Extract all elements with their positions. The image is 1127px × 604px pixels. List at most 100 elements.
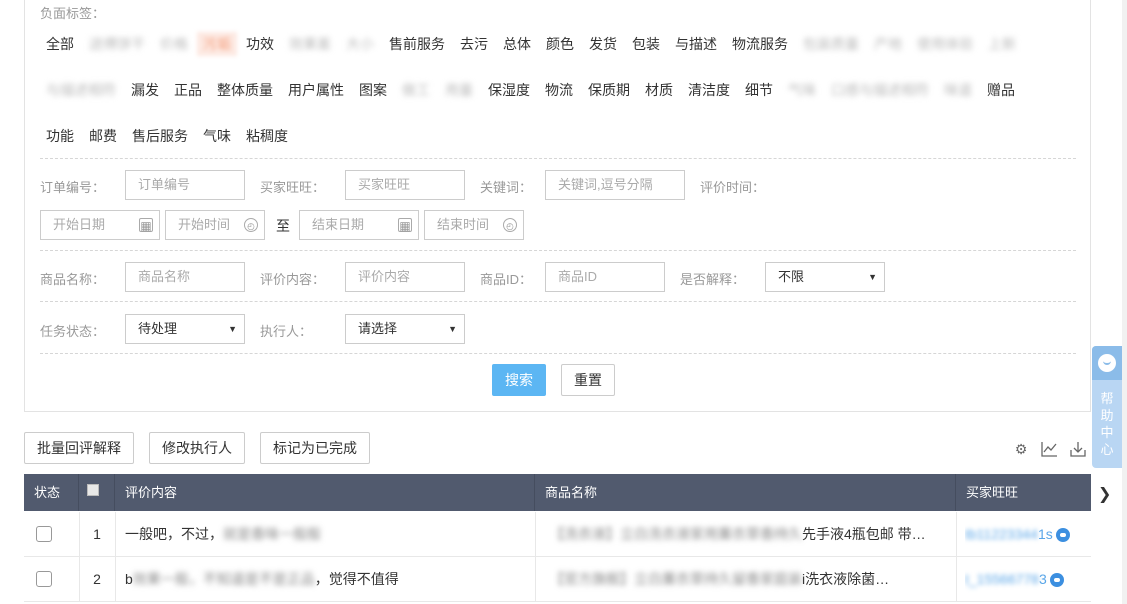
end-date-input[interactable]: 结束日期 ▦ (299, 210, 419, 240)
buyer-cell[interactable]: t_155667783 (965, 557, 1090, 601)
keyword-input[interactable]: 关键词,逗号分隔 (545, 170, 685, 200)
tag-tags_row2-2[interactable]: 正品 (168, 78, 208, 102)
row-checkbox[interactable] (36, 571, 52, 587)
end-time-placeholder: 结束时间 (437, 217, 490, 232)
tag-tags_row1-4[interactable]: 功效 (240, 32, 280, 56)
buyer-redacted: tb11223344 (965, 526, 1038, 542)
tag-tags_row1-11[interactable]: 发货 (583, 32, 623, 56)
filter-panel (24, 0, 1091, 412)
tag-tags_row2-14[interactable]: 气味 (782, 78, 822, 102)
end-time-input[interactable]: 结束时间 ◴ (424, 210, 524, 240)
tag-tags_row2-8[interactable]: 保湿度 (482, 78, 536, 102)
tag-tags_row1-10[interactable]: 颜色 (540, 32, 580, 56)
help-center-tab[interactable]: 帮助中心 (1092, 346, 1122, 468)
tag-tags_row3-0[interactable]: 功能 (40, 124, 80, 148)
tag-tags_row1-16[interactable]: 产地 (868, 32, 908, 56)
tag-tags_row3-1[interactable]: 邮费 (83, 124, 123, 148)
tag-tags_row2-1[interactable]: 漏发 (125, 78, 165, 102)
chevron-right-icon[interactable]: ❯ (1098, 484, 1111, 504)
task-status-value: 待处理 (138, 321, 178, 336)
product-cell[interactable]: 【官方旗舰】立白薰衣草持久留香家庭装i洗衣液除菌… (550, 557, 946, 601)
select-all-checkbox[interactable] (87, 484, 99, 496)
tag-tags_row1-5[interactable]: 效果差 (283, 32, 337, 56)
tag-tags_row1-1[interactable]: 送傅饼干 (83, 32, 151, 56)
product-id-input[interactable]: 商品ID (545, 262, 665, 292)
tag-tags_row1-0[interactable]: 全部 (40, 32, 80, 56)
tag-tags_row2-15[interactable]: 口感与描述相符 (825, 78, 935, 102)
batch-reply-button[interactable]: 批量回评解释 (24, 432, 134, 464)
tag-tags_row2-9[interactable]: 物流 (539, 78, 579, 102)
review-text: b (125, 571, 133, 587)
explained-select[interactable]: 不限 ▼ (765, 262, 885, 292)
line-chart-icon[interactable] (1040, 440, 1058, 458)
tag-tags_row1-7[interactable]: 售前服务 (383, 32, 451, 56)
product-redacted: 【洗衣液】立白洗衣液家用薰衣草香持久 (550, 526, 802, 542)
tag-tags_row3-2[interactable]: 售后服务 (126, 124, 194, 148)
tag-tags_row1-3[interactable]: 污垢 (197, 32, 237, 56)
modify-executor-button[interactable]: 修改执行人 (149, 432, 245, 464)
wangwang-chat-icon[interactable] (1049, 573, 1064, 587)
tag-tags_row2-7[interactable]: 用量 (439, 78, 479, 102)
start-date-input[interactable]: 开始日期 ▦ (40, 210, 160, 240)
tag-tags_row2-17[interactable]: 赠品 (981, 78, 1021, 102)
product-cell[interactable]: 【洗衣液】立白洗衣液家用薰衣草香持久先手液4瓶包邮 带… (550, 512, 946, 556)
task-status-label: 任务状态： (40, 324, 106, 339)
product-text: i洗衣液除菌… (802, 571, 890, 587)
review-cell: b效果一般，不知道是不是正品，觉得不值得 (125, 557, 525, 601)
keyword-label: 关键词： (480, 180, 533, 195)
product-redacted: 【官方旗舰】立白薰衣草持久留香家庭装 (550, 571, 802, 587)
tag-tags_row2-0[interactable]: 与描述相符 (40, 78, 122, 102)
tag-tags_row2-10[interactable]: 保质期 (582, 78, 636, 102)
header-checkbox-cell (79, 474, 115, 511)
product-text: 先手液4瓶包邮 带… (802, 526, 926, 542)
calendar-icon: ▦ (139, 218, 153, 233)
task-status-select[interactable]: 待处理 ▼ (125, 314, 245, 344)
product-name-input[interactable]: 商品名称 (125, 262, 245, 292)
row-checkbox[interactable] (36, 526, 52, 542)
header-buyer: 买家旺旺 (966, 485, 1019, 500)
tag-tags_row1-12[interactable]: 包装 (626, 32, 666, 56)
divider (40, 301, 1076, 302)
review-text-tail: ，觉得不值得 (314, 571, 399, 587)
tag-tags_row2-6[interactable]: 做工 (396, 78, 436, 102)
clock-icon: ◴ (244, 218, 258, 232)
tag-tags_row2-12[interactable]: 清洁度 (682, 78, 736, 102)
tag-tags_row1-18[interactable]: 上新 (982, 32, 1022, 56)
review-cell: 一般吧，不过，就是香味一般般 (125, 512, 525, 556)
scrollbar[interactable] (1122, 0, 1127, 604)
tag-tags_row1-8[interactable]: 去污 (454, 32, 494, 56)
review-content-input[interactable]: 评价内容 (345, 262, 465, 292)
start-date-placeholder: 开始日期 (53, 217, 106, 232)
mark-done-button[interactable]: 标记为已完成 (260, 432, 370, 464)
buyer-input[interactable]: 买家旺旺 (345, 170, 465, 200)
executor-value: 请选择 (358, 321, 398, 336)
gear-icon[interactable]: ⚙ (1012, 440, 1030, 458)
tag-tags_row3-3[interactable]: 气味 (197, 124, 237, 148)
tag-tags_row2-5[interactable]: 图案 (353, 78, 393, 102)
tag-tags_row1-2[interactable]: 价格 (154, 32, 194, 56)
start-time-input[interactable]: 开始时间 ◴ (165, 210, 265, 240)
tag-tags_row1-15[interactable]: 包装质量 (797, 32, 865, 56)
download-icon[interactable] (1069, 440, 1087, 458)
tag-tags_row2-3[interactable]: 整体质量 (211, 78, 279, 102)
order-no-input[interactable]: 订单编号 (125, 170, 245, 200)
tag-tags_row1-17[interactable]: 使用体验 (911, 32, 979, 56)
buyer-text: 1s (1037, 526, 1053, 542)
search-button[interactable]: 搜索 (492, 364, 546, 396)
tag-tags_row2-4[interactable]: 用户属性 (282, 78, 350, 102)
buyer-cell[interactable]: tb112233441s (965, 512, 1090, 556)
tag-tags_row2-13[interactable]: 细节 (739, 78, 779, 102)
help-header (1092, 346, 1122, 380)
tag-tags_row2-16[interactable]: 味道 (938, 78, 978, 102)
wangwang-chat-icon[interactable] (1055, 528, 1070, 542)
reset-button[interactable]: 重置 (561, 364, 615, 396)
tag-tags_row3-4[interactable]: 粘稠度 (240, 124, 294, 148)
negative-tags-label: 负面标签： (40, 6, 106, 21)
executor-select[interactable]: 请选择 ▼ (345, 314, 465, 344)
tag-tags_row1-9[interactable]: 总体 (497, 32, 537, 56)
review-content-label: 评价内容： (260, 272, 326, 287)
tag-tags_row1-6[interactable]: 大小 (340, 32, 380, 56)
tag-tags_row1-13[interactable]: 与描述 (669, 32, 723, 56)
tag-tags_row2-11[interactable]: 材质 (639, 78, 679, 102)
tag-tags_row1-14[interactable]: 物流服务 (726, 32, 794, 56)
